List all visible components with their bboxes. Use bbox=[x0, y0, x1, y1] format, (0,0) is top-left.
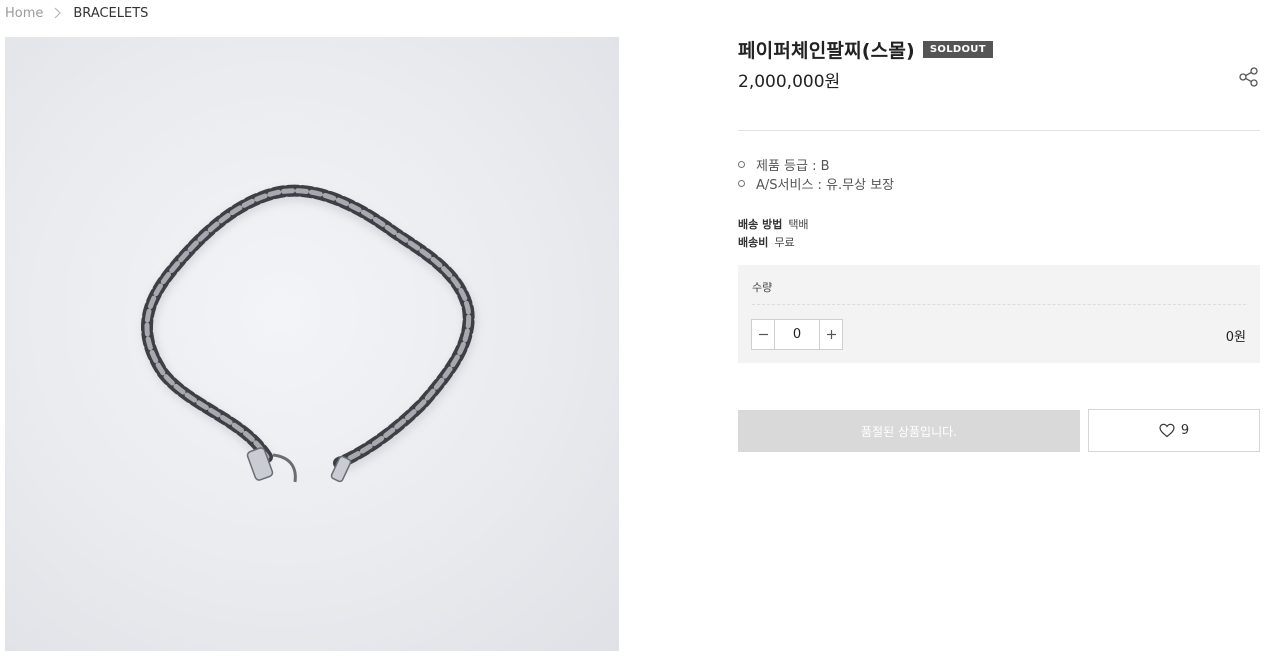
product-image bbox=[5, 37, 619, 651]
bracelet-illustration bbox=[141, 184, 478, 483]
bullet-icon bbox=[738, 180, 745, 187]
bullet-icon bbox=[738, 161, 745, 168]
product-title: 페이퍼체인팔찌(스몰) bbox=[738, 40, 915, 62]
share-icon bbox=[1239, 67, 1258, 87]
quantity-input[interactable] bbox=[775, 320, 819, 349]
chevron-right-icon bbox=[52, 5, 64, 21]
shipping-fee-label: 배송비 bbox=[738, 236, 769, 249]
breadcrumb: Home BRACELETS bbox=[5, 5, 148, 21]
breadcrumb-home-link[interactable]: Home bbox=[5, 6, 43, 21]
quantity-stepper bbox=[751, 319, 843, 350]
info-item-as-service: A/S서비스 : 유.무상 보장 bbox=[738, 174, 894, 193]
minus-icon bbox=[758, 333, 768, 336]
quantity-label: 수량 bbox=[752, 281, 773, 294]
shipping-method-row: 배송 방법 택배 bbox=[738, 215, 809, 233]
product-info-list: 제품 등급 : B A/S서비스 : 유.무상 보장 bbox=[738, 155, 894, 193]
shipping-method-label: 배송 방법 bbox=[738, 218, 783, 231]
breadcrumb-current-link[interactable]: BRACELETS bbox=[73, 6, 148, 21]
soldout-badge: SOLDOUT bbox=[922, 41, 993, 58]
product-price: 2,000,000원 bbox=[738, 72, 841, 92]
quantity-total-price: 0원 bbox=[1225, 330, 1246, 345]
quantity-increase-button[interactable] bbox=[819, 320, 842, 349]
info-item-label: A/S서비스 : 유.무상 보장 bbox=[756, 178, 895, 193]
shipping-fee-value: 무료 bbox=[774, 236, 795, 249]
wishlist-button[interactable]: 9 bbox=[1088, 409, 1260, 452]
info-item-label: 제품 등급 : B bbox=[756, 159, 830, 174]
quantity-decrease-button[interactable] bbox=[752, 320, 775, 349]
shipping-method-value: 택배 bbox=[788, 218, 809, 231]
wishlist-count: 9 bbox=[1180, 423, 1190, 438]
heart-icon bbox=[1159, 423, 1175, 438]
shipping-info: 배송 방법 택배 배송비 무료 bbox=[738, 215, 809, 251]
soldout-button[interactable]: 품절된 상품입니다. bbox=[738, 410, 1080, 452]
shipping-fee-row: 배송비 무료 bbox=[738, 233, 809, 251]
divider bbox=[738, 130, 1260, 131]
title-row: 페이퍼체인팔찌(스몰) SOLDOUT bbox=[738, 36, 993, 63]
dashed-divider bbox=[752, 304, 1246, 305]
quantity-panel: 수량 0원 bbox=[738, 265, 1260, 363]
info-item-grade: 제품 등급 : B bbox=[738, 155, 894, 174]
share-button[interactable] bbox=[1238, 66, 1260, 88]
plus-icon bbox=[826, 330, 836, 339]
